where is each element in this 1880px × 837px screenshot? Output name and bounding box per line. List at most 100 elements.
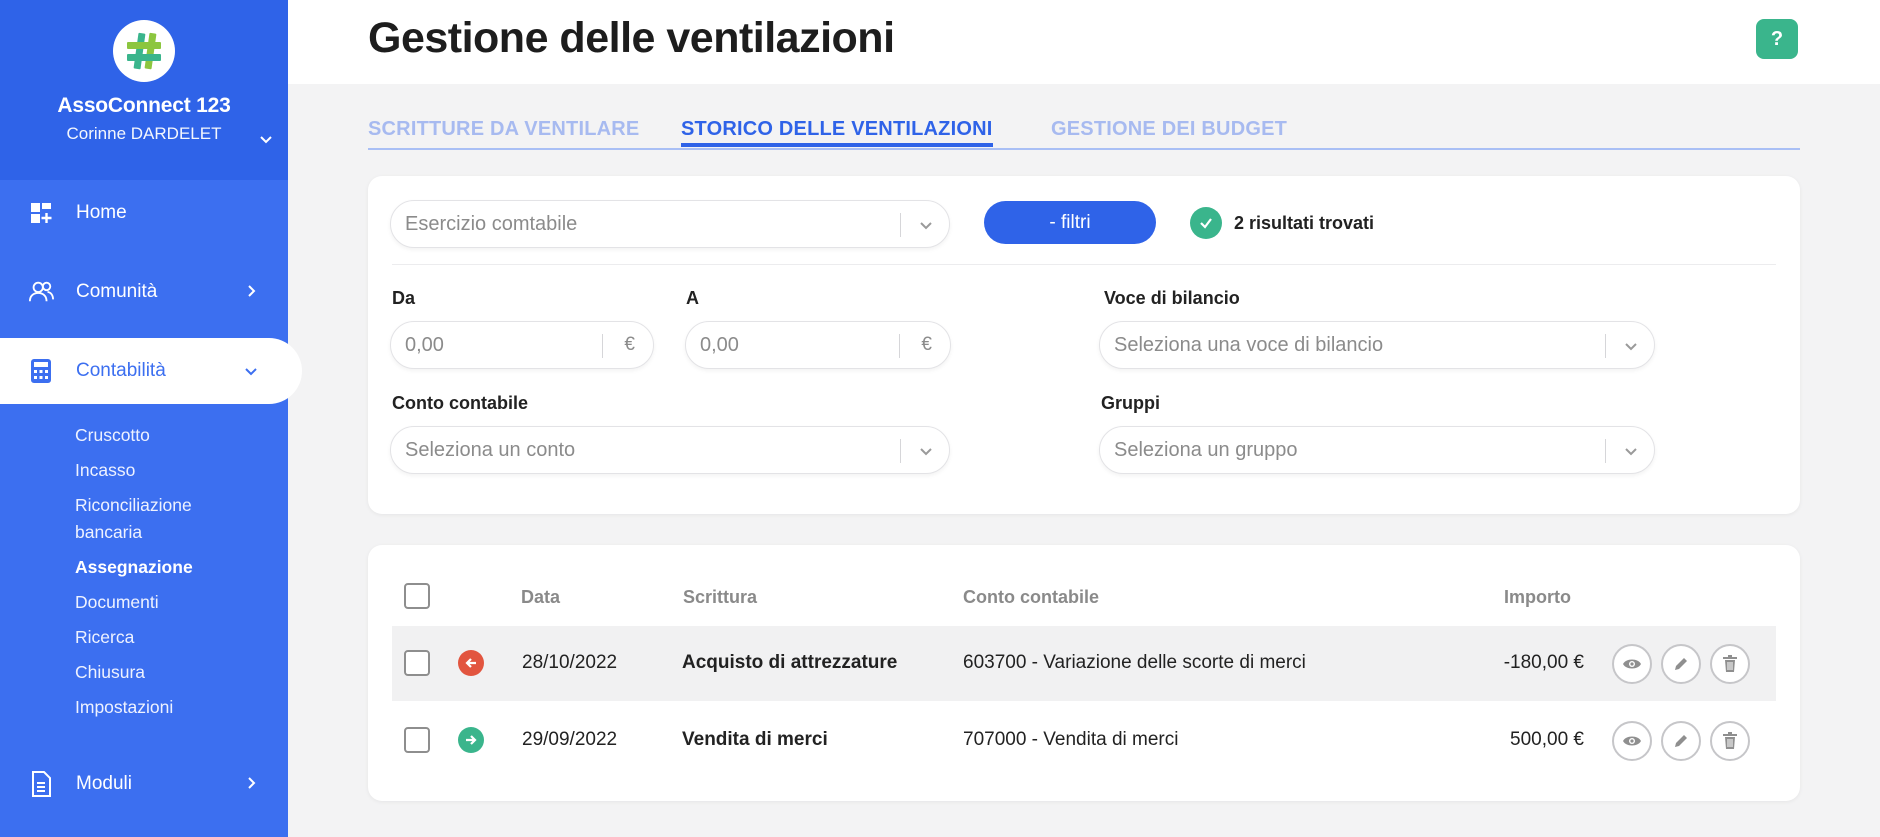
submenu-assignment[interactable]: Assegnazione — [75, 550, 225, 585]
eye-icon — [1623, 659, 1641, 669]
groups-label: Gruppi — [1101, 393, 1160, 413]
arrow-right-icon — [458, 727, 484, 753]
pencil-icon — [1675, 658, 1687, 670]
pencil-icon — [1675, 735, 1687, 747]
filter-panel: Esercizio comtabile - filtri 2 risultati… — [368, 176, 1800, 514]
column-header-amount[interactable]: Importo — [1504, 587, 1571, 608]
amount-from-value: 0,00 — [405, 333, 444, 356]
view-button[interactable] — [1612, 644, 1652, 684]
table-row[interactable]: 29/09/2022 Vendita di merci 707000 - Ven… — [392, 703, 1776, 778]
row-date: 29/09/2022 — [522, 729, 618, 750]
submenu-settings[interactable]: Impostazioni — [75, 690, 225, 725]
column-header-date[interactable]: Data — [521, 587, 560, 608]
filters-toggle-button[interactable]: - filtri — [984, 201, 1156, 244]
row-checkbox[interactable] — [404, 727, 430, 753]
table-row[interactable]: 28/10/2022 Acquisto di attrezzature 6037… — [392, 626, 1776, 701]
fiscal-year-select[interactable]: Esercizio comtabile — [390, 200, 950, 248]
submenu-collection[interactable]: Incasso — [75, 453, 225, 488]
select-separator — [900, 439, 901, 463]
nav-home-label: Home — [76, 202, 127, 223]
calculator-icon — [28, 358, 54, 384]
tab-budget-management[interactable]: GESTIONE DEI BUDGET — [1051, 118, 1287, 141]
chevron-right-icon — [248, 777, 256, 789]
document-icon — [28, 771, 54, 797]
users-icon — [28, 279, 54, 305]
column-header-account[interactable]: Conto contabile — [963, 587, 1099, 608]
amount-from-input[interactable]: 0,00 € — [390, 321, 654, 369]
org-name: AssoConnect 123 — [57, 94, 231, 117]
assoconnect-logo — [113, 20, 175, 82]
amount-to-input[interactable]: 0,00 € — [685, 321, 951, 369]
column-header-entry[interactable]: Scrittura — [683, 587, 757, 608]
select-all-checkbox[interactable] — [404, 583, 430, 609]
groups-select[interactable]: Seleziona un gruppo — [1099, 426, 1655, 474]
from-label: Da — [392, 288, 416, 308]
submenu-dashboard[interactable]: Cruscotto — [75, 418, 225, 453]
tab-allocation-history[interactable]: STORICO DELLE VENTILAZIONI — [681, 118, 993, 147]
accounting-submenu: Cruscotto Incasso Riconciliazione bancar… — [75, 418, 225, 725]
row-date: 28/10/2022 — [522, 652, 618, 673]
delete-button[interactable] — [1710, 721, 1750, 761]
submenu-bank-reconciliation[interactable]: Riconciliazione bancaria — [75, 488, 225, 550]
divider — [392, 264, 1776, 265]
nav-community-label: Comunità — [76, 281, 158, 302]
help-button[interactable]: ? — [1756, 19, 1798, 59]
view-button[interactable] — [1612, 721, 1652, 761]
budget-item-placeholder: Seleziona una voce di bilancio — [1114, 333, 1384, 356]
nav-accounting[interactable]: Contabilità — [0, 338, 302, 404]
input-separator — [899, 334, 900, 358]
edit-button[interactable] — [1661, 644, 1701, 684]
check-circle-icon — [1190, 207, 1222, 239]
submenu-documents[interactable]: Documenti — [75, 585, 225, 620]
budget-item-select[interactable]: Seleziona una voce di bilancio — [1099, 321, 1655, 369]
chevron-down-icon — [1625, 343, 1637, 351]
arrow-left-icon — [458, 650, 484, 676]
submenu-search[interactable]: Ricerca — [75, 620, 225, 655]
allocations-table: Data Scrittura Conto contabile Importo 2… — [368, 545, 1800, 801]
account-select[interactable]: Seleziona un conto — [390, 426, 950, 474]
row-amount: 500,00 € — [1510, 729, 1584, 750]
tab-entries-to-allocate[interactable]: SCRITTURE DA VENTILARE — [368, 118, 639, 141]
amount-to-value: 0,00 — [700, 333, 739, 356]
chevron-down-icon[interactable] — [256, 130, 276, 150]
chevron-down-icon — [245, 368, 257, 376]
groups-placeholder: Seleziona un gruppo — [1114, 438, 1298, 461]
row-account: 707000 - Vendita di merci — [963, 729, 1179, 750]
delete-button[interactable] — [1710, 644, 1750, 684]
row-amount: -180,00 € — [1503, 652, 1584, 673]
input-separator — [602, 334, 603, 358]
chevron-down-icon — [1625, 448, 1637, 456]
nav-community[interactable]: Comunità — [0, 261, 288, 323]
euro-icon: € — [624, 334, 635, 355]
results-text: 2 risultati trovati — [1234, 212, 1375, 233]
select-separator — [1605, 439, 1606, 463]
to-label: A — [686, 288, 699, 308]
row-entry: Vendita di merci — [682, 729, 828, 750]
row-account: 603700 - Variazione delle scorte di merc… — [963, 652, 1306, 673]
page-title: Gestione delle ventilazioni — [368, 14, 895, 62]
row-checkbox[interactable] — [404, 650, 430, 676]
select-separator — [1605, 334, 1606, 358]
org-header[interactable]: AssoConnect 123 Corinne DARDELET — [0, 0, 288, 180]
nav-home[interactable]: Home — [0, 182, 288, 244]
nav-modules[interactable]: Moduli — [0, 753, 288, 815]
nav-modules-label: Moduli — [76, 773, 132, 794]
results-count: 2 risultati trovati — [1190, 207, 1374, 239]
sidebar: AssoConnect 123 Corinne DARDELET Home Co… — [0, 0, 302, 837]
user-name: Corinne DARDELET — [66, 124, 222, 143]
header: Gestione delle ventilazioni ? — [288, 0, 1880, 84]
eye-icon — [1623, 736, 1641, 746]
budget-item-label: Voce di bilancio — [1104, 288, 1240, 308]
chevron-right-icon — [248, 285, 256, 297]
trash-icon — [1723, 655, 1737, 672]
dashboard-icon — [28, 200, 54, 226]
chevron-down-icon — [920, 222, 932, 230]
trash-icon — [1723, 732, 1737, 749]
submenu-closing[interactable]: Chiusura — [75, 655, 225, 690]
select-separator — [900, 213, 901, 237]
nav-accounting-label: Contabilità — [76, 360, 166, 381]
row-entry: Acquisto di attrezzature — [682, 652, 898, 673]
account-label: Conto contabile — [392, 393, 528, 413]
edit-button[interactable] — [1661, 721, 1701, 761]
fiscal-year-placeholder: Esercizio comtabile — [405, 212, 578, 235]
